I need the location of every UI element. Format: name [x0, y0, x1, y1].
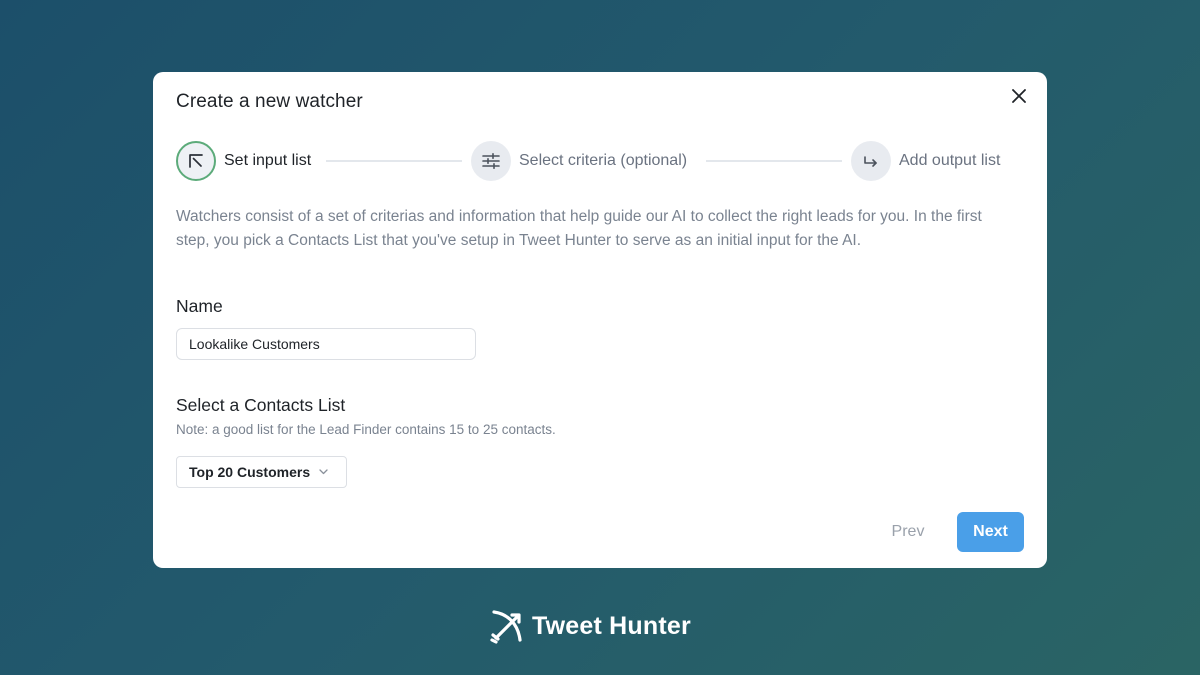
step-connector-1 [326, 160, 462, 162]
step-select-criteria[interactable]: Select criteria (optional) [471, 141, 687, 181]
brand-logo: Tweet Hunter [490, 603, 691, 649]
step-3-label: Add output list [899, 152, 1001, 169]
step-add-output-list[interactable]: Add output list [851, 141, 1000, 181]
contacts-list-label: Select a Contacts List [176, 395, 346, 415]
step-2-circle [471, 141, 511, 181]
modal-title: Create a new watcher [176, 91, 363, 112]
next-button[interactable]: Next [957, 512, 1024, 552]
arrow-right-hook-icon [864, 156, 877, 167]
name-label: Name [176, 296, 223, 316]
chevron-down-icon [319, 469, 328, 475]
prev-button[interactable]: Prev [873, 512, 943, 552]
brand-name: Tweet Hunter [532, 611, 691, 640]
sliders-icon [482, 153, 500, 169]
step-2-label: Select criteria (optional) [519, 152, 688, 169]
close-button[interactable] [1008, 85, 1030, 107]
bow-arrow-logo-icon [490, 610, 522, 644]
step-1-label: Set input list [224, 152, 312, 169]
contacts-list-note: Note: a good list for the Lead Finder co… [176, 422, 556, 437]
stepper: Set input list Select criteria (optional… [176, 141, 1016, 181]
arrow-up-left-icon [189, 154, 203, 168]
step-3-circle [851, 141, 891, 181]
contacts-list-selected-value: Top 20 Customers [189, 464, 311, 480]
close-icon [1012, 89, 1026, 103]
step-connector-2 [706, 160, 842, 162]
step-set-input-list[interactable]: Set input list [176, 141, 311, 181]
create-watcher-modal: Create a new watcher Set input list Sele… [153, 72, 1047, 568]
modal-description: Watchers consist of a set of criterias a… [176, 208, 982, 249]
step-1-circle [176, 141, 216, 181]
name-input[interactable] [176, 328, 476, 360]
contacts-list-select[interactable]: Top 20 Customers [176, 456, 347, 488]
